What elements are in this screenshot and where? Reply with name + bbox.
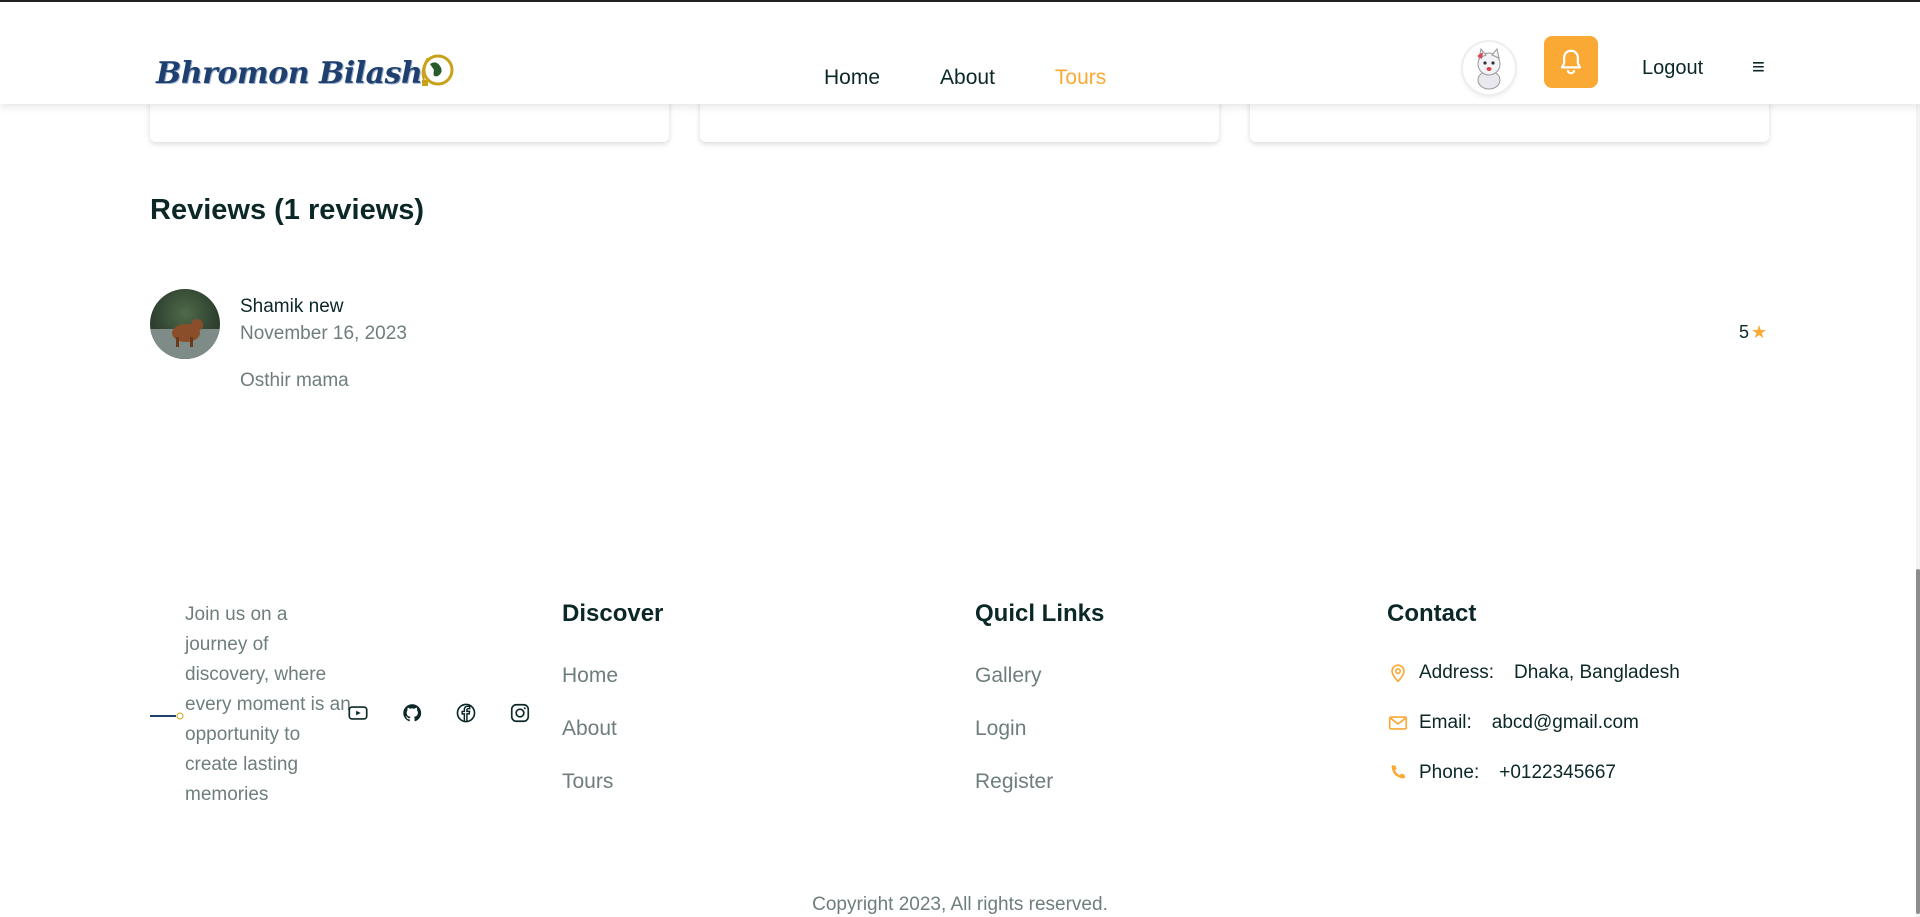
- review-rating: 5 ★: [1739, 322, 1767, 343]
- footer-logo[interactable]: [150, 712, 184, 720]
- contact-value[interactable]: abcd@gmail.com: [1492, 712, 1639, 734]
- phone-icon: [1391, 765, 1405, 779]
- nav-about[interactable]: About: [940, 66, 995, 90]
- logo-text: Bhromon Bilash: [156, 56, 423, 91]
- contact-label: Phone:: [1419, 762, 1480, 783]
- contact-email: Email: abcd@gmail.com: [1387, 712, 1639, 734]
- review-date: November 16, 2023: [240, 323, 407, 344]
- logout-button[interactable]: Logout: [1642, 57, 1703, 80]
- footer-link-about[interactable]: About: [562, 717, 617, 741]
- notification-button[interactable]: [1544, 36, 1598, 88]
- scrollbar-thumb[interactable]: [1916, 569, 1920, 914]
- instagram-icon[interactable]: [509, 702, 531, 724]
- quick-links-title: Quicl Links: [975, 600, 1105, 627]
- nav-home[interactable]: Home: [824, 66, 880, 90]
- contact-value: Dhaka, Bangladesh: [1513, 662, 1680, 683]
- reviewer-photo: [150, 319, 220, 359]
- footer-link-register[interactable]: Register: [975, 770, 1053, 794]
- contact-phone: Phone: +0122345667: [1387, 762, 1616, 784]
- reviewer-name: Shamik new: [240, 296, 344, 317]
- star-icon: ★: [1751, 322, 1768, 342]
- location-pin-icon: [1391, 664, 1405, 683]
- bell-icon: [1560, 49, 1582, 75]
- footer-tagline: Join us on a journey of discovery, where…: [185, 604, 351, 805]
- contact-label: Address:: [1419, 662, 1494, 683]
- contact-title: Contact: [1387, 600, 1477, 627]
- github-icon[interactable]: [401, 702, 423, 724]
- footer-link-tours[interactable]: Tours: [562, 770, 613, 794]
- hamburger-menu-icon[interactable]: ≡: [1752, 54, 1765, 80]
- reviewer-avatar: [150, 289, 220, 359]
- review-text: Osthir mama: [240, 370, 349, 391]
- site-header: Bhromon Bilash Home About Tours Logout ≡: [0, 2, 1920, 104]
- discover-title: Discover: [562, 600, 664, 627]
- contact-label: Email:: [1419, 712, 1472, 733]
- footer-link-home[interactable]: Home: [562, 664, 618, 688]
- mail-icon: [1388, 716, 1408, 730]
- copyright-text: Copyright 2023, All rights reserved.: [812, 894, 1108, 915]
- nav-tours[interactable]: Tours: [1055, 66, 1106, 90]
- youtube-icon[interactable]: [347, 702, 369, 724]
- contact-address: Address: Dhaka, Bangladesh: [1387, 662, 1680, 684]
- reviews-title: Reviews (1 reviews): [150, 194, 425, 226]
- footer-link-gallery[interactable]: Gallery: [975, 664, 1042, 688]
- cat-avatar-icon: [1477, 47, 1501, 90]
- rating-value: 5: [1739, 322, 1750, 342]
- main-nav: Home About Tours: [824, 66, 1106, 90]
- user-avatar[interactable]: [1463, 42, 1515, 94]
- facebook-icon[interactable]: [455, 702, 477, 724]
- footer-link-login[interactable]: Login: [975, 717, 1026, 741]
- globe-icon: [421, 54, 454, 86]
- contact-value: +0122345667: [1499, 762, 1616, 783]
- site-logo[interactable]: Bhromon Bilash: [156, 54, 458, 91]
